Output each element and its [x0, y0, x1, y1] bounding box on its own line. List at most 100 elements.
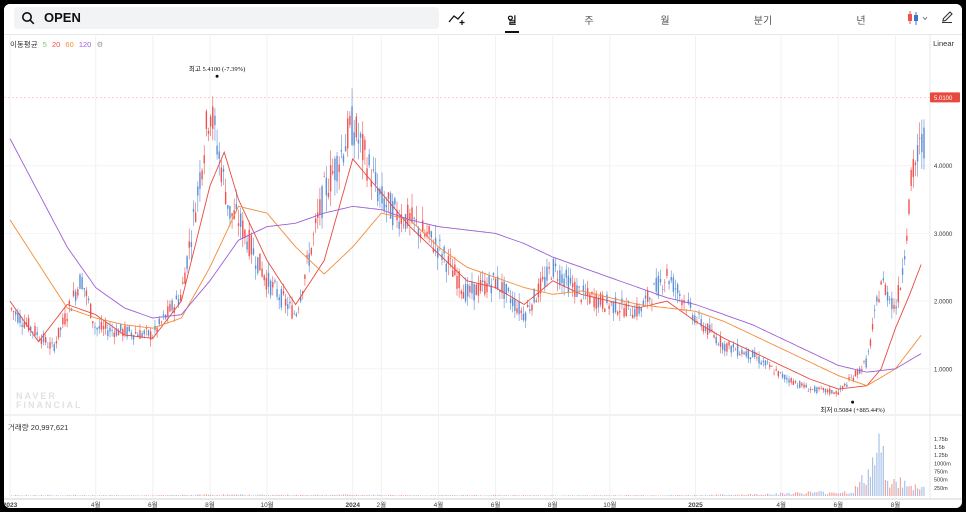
candle-body	[518, 301, 520, 315]
candle-body	[816, 387, 818, 394]
volume-bar	[638, 495, 640, 496]
candle-body	[565, 269, 567, 278]
candle-body	[323, 176, 325, 177]
volume-bar	[115, 495, 117, 496]
candle-body	[805, 384, 807, 388]
candle-body	[771, 366, 773, 368]
volume-bar	[379, 494, 381, 496]
volume-bar	[827, 494, 829, 496]
volume-bar	[884, 480, 887, 496]
volume-bar	[499, 494, 501, 496]
volume-bar	[396, 495, 398, 496]
volume-bar	[184, 494, 186, 496]
volume-bar	[167, 494, 169, 496]
volume-bar	[792, 493, 794, 496]
volume-bar	[109, 495, 111, 496]
candle-body	[653, 283, 655, 285]
volume-bar	[728, 494, 730, 496]
candle-body	[387, 192, 390, 199]
volume-bar	[40, 495, 43, 496]
volume-bar	[754, 494, 756, 496]
volume-bar	[295, 494, 297, 496]
candle-body	[743, 352, 745, 355]
candle-body	[147, 330, 150, 336]
candle-body	[332, 171, 334, 174]
x-tick-label: 8월	[205, 500, 215, 508]
candle-body	[736, 343, 739, 356]
candle-body	[77, 289, 79, 296]
x-tick-label: 2024	[346, 502, 361, 508]
volume-bar	[72, 494, 75, 496]
candle-body	[904, 256, 906, 260]
volume-bar	[203, 494, 205, 496]
price-chart[interactable]: 1.0000 2.0000 3.0000 4.0000 2023 4월 6월 8월 10월 202…	[4, 4, 962, 508]
volume-bar	[265, 495, 267, 496]
volume-bar	[629, 495, 632, 496]
candle-body	[141, 333, 143, 337]
volume-bar	[137, 495, 139, 496]
volume-bar	[537, 495, 540, 496]
candle-body	[212, 106, 214, 129]
volume-bar	[507, 495, 510, 496]
volume-bar	[274, 495, 276, 496]
candle-body	[263, 275, 265, 281]
volume-bar	[278, 494, 280, 496]
volume-bar	[854, 486, 857, 496]
volume-bar	[276, 494, 278, 496]
candle-body	[274, 280, 276, 283]
candle-body	[741, 349, 743, 355]
volume-bar	[544, 495, 546, 496]
volume-tick-label: 250m	[934, 486, 948, 492]
volume-bar	[692, 495, 694, 496]
volume-bar	[289, 495, 291, 496]
volume-bar	[456, 495, 458, 496]
volume-bar	[863, 483, 865, 496]
volume-bar	[68, 495, 70, 496]
candle-body	[282, 291, 285, 294]
candle-body	[319, 199, 321, 215]
volume-bar	[477, 495, 480, 496]
volume-bar	[901, 487, 904, 496]
candle-body	[449, 257, 452, 259]
candle-body	[522, 313, 525, 321]
volume-bar	[921, 486, 923, 496]
volume-bar	[360, 495, 362, 496]
candle-body	[779, 372, 782, 373]
candle-body	[822, 387, 825, 391]
volume-bar	[841, 492, 844, 496]
candle-body	[841, 385, 844, 388]
volume-bar	[711, 494, 713, 496]
volume-bar	[293, 495, 295, 496]
volume-bar	[237, 494, 240, 496]
candle-body	[535, 300, 537, 303]
volume-bar	[323, 495, 325, 496]
volume-bar	[42, 495, 45, 496]
candle-body	[259, 253, 261, 271]
candle-body	[362, 133, 364, 161]
volume-bar	[732, 495, 734, 496]
candle-body	[631, 314, 634, 319]
volume-bar	[771, 494, 773, 496]
volume-bar	[809, 491, 812, 496]
candle-body	[287, 304, 289, 310]
candle-body	[368, 154, 370, 166]
volume-bar	[222, 494, 225, 496]
candle-body	[891, 297, 893, 310]
volume-bar	[709, 495, 711, 496]
candle-body	[291, 305, 293, 319]
candle-body	[580, 299, 582, 302]
candle-body	[220, 167, 223, 183]
candle-body	[235, 203, 238, 210]
volume-bar	[180, 495, 182, 496]
candle-body	[906, 235, 908, 241]
volume-bar	[694, 494, 696, 496]
volume-tick-label: 1.25b	[934, 453, 948, 459]
volume-bar	[844, 491, 846, 496]
candle-body	[698, 313, 700, 315]
volume-bar	[263, 494, 265, 496]
volume-bar	[904, 480, 906, 496]
candle-body	[719, 336, 722, 347]
volume-bar	[225, 495, 227, 496]
volume-bar	[325, 494, 327, 496]
candle-body	[407, 204, 409, 226]
